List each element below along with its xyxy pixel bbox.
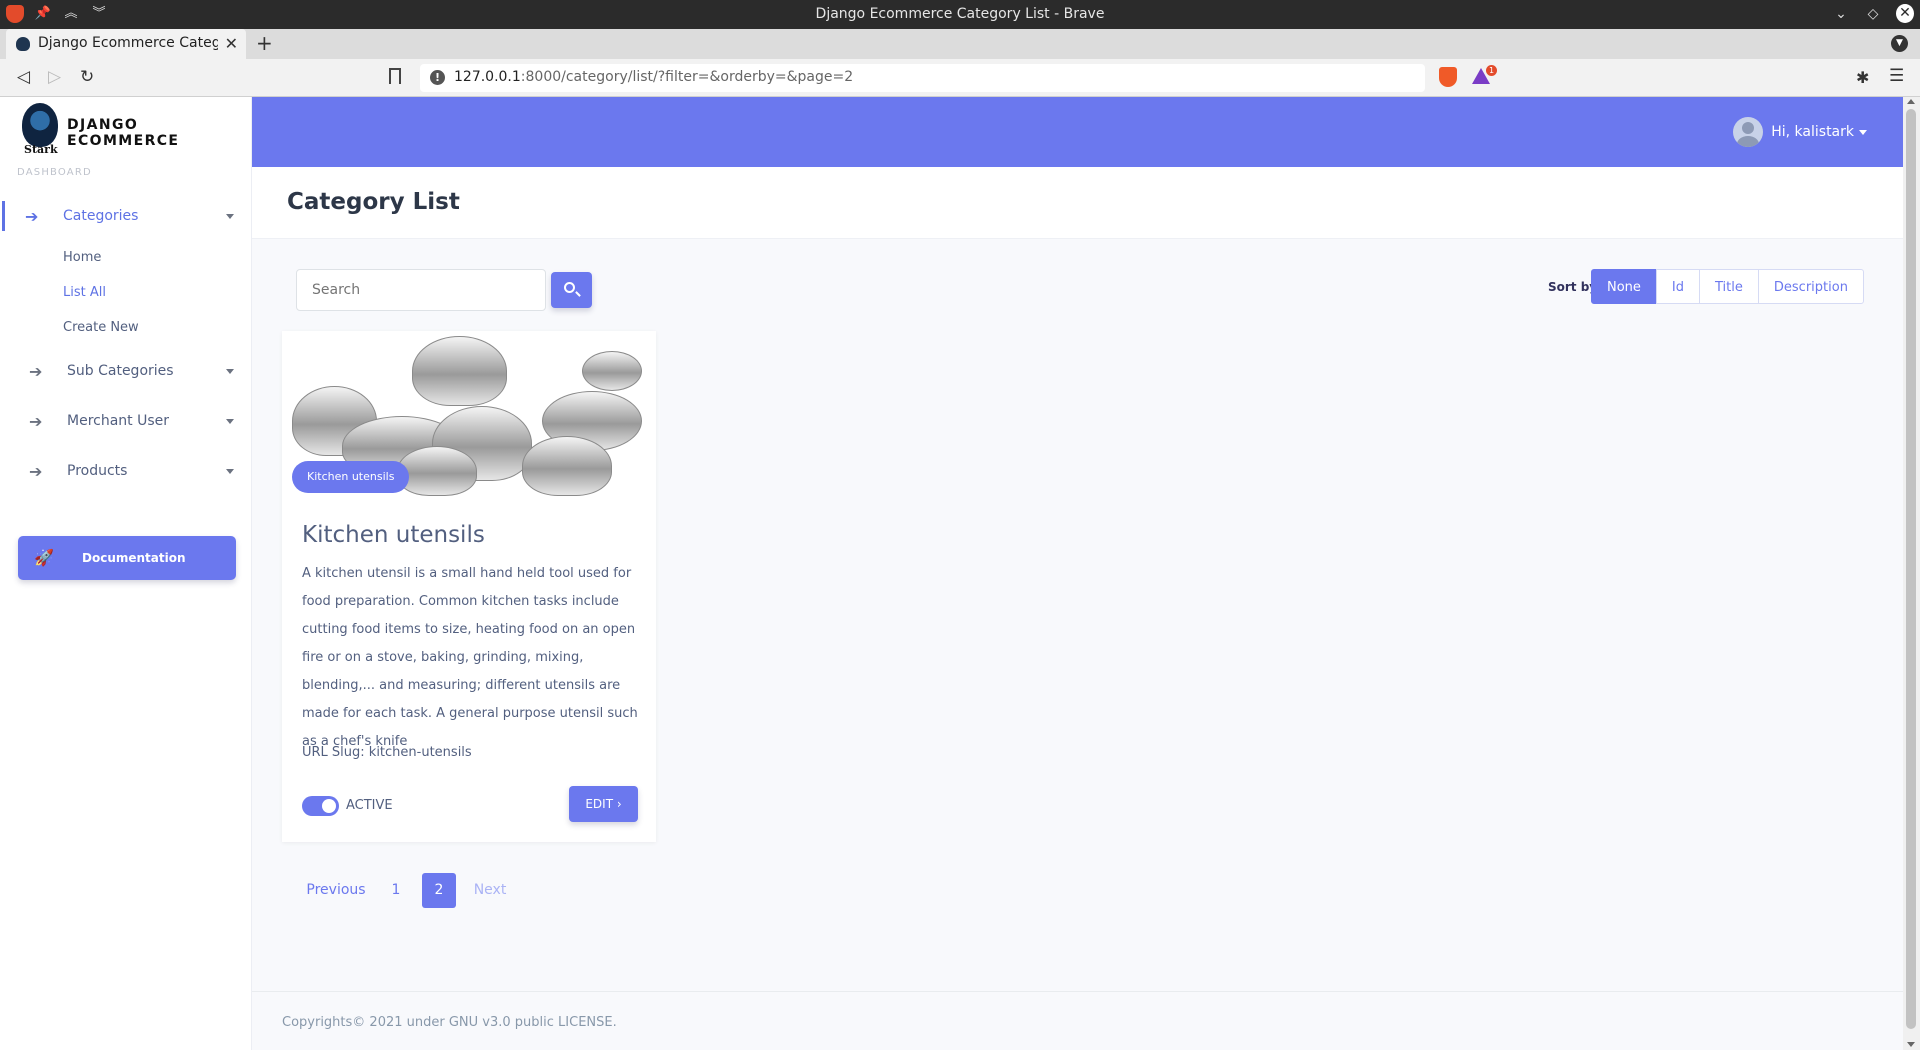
- sidebar-item-label: Sub Categories: [67, 363, 174, 379]
- category-description: A kitchen utensil is a small hand held t…: [302, 566, 638, 749]
- forward-icon[interactable]: ▷: [48, 67, 61, 87]
- sidebar-subitem-list-all[interactable]: List All: [63, 285, 106, 300]
- tab-favicon-icon: [16, 37, 30, 51]
- top-navbar: Hi, kalistark: [252, 97, 1903, 167]
- rewards-badge: 1: [1486, 65, 1497, 76]
- sort-button-group: None Id Title Description: [1591, 269, 1864, 304]
- url-host: 127.0.0.1: [454, 69, 521, 85]
- sidebar-item-label: Categories: [63, 208, 139, 224]
- category-title: Kitchen utensils: [302, 522, 485, 548]
- search-icon: [564, 282, 575, 293]
- pagination-page-1[interactable]: 1: [376, 873, 416, 908]
- close-window-icon[interactable]: ✕: [1896, 4, 1914, 23]
- tab-search-icon[interactable]: ▼: [1891, 35, 1908, 52]
- url-path: :8000/category/list/?filter=&orderby=&pa…: [520, 69, 854, 85]
- pagination-previous[interactable]: Previous: [296, 873, 376, 908]
- arrow-right-icon: ➔: [29, 362, 43, 381]
- scroll-up-icon[interactable]: [1907, 99, 1915, 104]
- stark-logo-icon: [22, 103, 58, 147]
- tab-close-icon[interactable]: ✕: [225, 34, 238, 53]
- chevron-down-icon: [1859, 129, 1867, 135]
- pagination: Previous 1 2 Next: [296, 873, 518, 908]
- reload-icon[interactable]: ↻: [80, 67, 94, 87]
- sort-by-label: Sort by: [1548, 280, 1598, 294]
- pot-image-part: [522, 436, 612, 496]
- pagination-next[interactable]: Next: [462, 873, 518, 908]
- scrollbar-thumb[interactable]: [1906, 109, 1916, 1029]
- url-field[interactable]: ! 127.0.0.1:8000/category/list/?filter=&…: [420, 64, 1425, 92]
- brand-name: DJANGO ECOMMERCE: [67, 117, 180, 149]
- sidebar-item-merchant-user[interactable]: ➔ Merchant User: [0, 402, 252, 442]
- arrow-right-icon: ➔: [29, 462, 43, 481]
- bookmark-icon[interactable]: [389, 68, 401, 84]
- browser-menu-icon[interactable]: ☰: [1889, 66, 1904, 86]
- tab-active[interactable]: Django Ecommerce Categor ✕: [6, 29, 246, 59]
- logo-text: Stark: [24, 143, 58, 156]
- back-icon[interactable]: ◁: [17, 67, 30, 87]
- url-text: 127.0.0.1:8000/category/list/?filter=&or…: [454, 69, 853, 85]
- brave-shields-icon[interactable]: [1439, 67, 1457, 87]
- new-tab-button[interactable]: +: [256, 31, 273, 55]
- window-controls: ⌄ ◇ ✕: [1832, 4, 1914, 23]
- category-card: Kitchen utensils Kitchen utensils A kitc…: [282, 331, 656, 842]
- window-titlebar: 📌 ︽ ︾ Django Ecommerce Category List - B…: [0, 0, 1920, 29]
- chevron-down-icon: [226, 214, 234, 219]
- active-toggle[interactable]: [302, 796, 339, 816]
- pot-image-part: [582, 351, 642, 391]
- footer-copyright: Copyrights© 2021 under GNU v3.0 public L…: [282, 1015, 617, 1030]
- documentation-button[interactable]: 🚀 Documentation: [18, 536, 236, 580]
- brand[interactable]: Stark DJANGO ECOMMERCE: [18, 103, 248, 156]
- address-toolbar: ◁ ▷ ↻ ! 127.0.0.1:8000/category/list/?fi…: [0, 59, 1920, 97]
- user-greeting: Hi, kalistark: [1771, 124, 1854, 140]
- arrow-right-icon: ➔: [25, 207, 39, 226]
- sidebar-item-products[interactable]: ➔ Products: [0, 452, 252, 492]
- sidebar-subitem-create-new[interactable]: Create New: [63, 320, 139, 335]
- rocket-icon: 🚀: [34, 548, 54, 567]
- sort-id-button[interactable]: Id: [1655, 269, 1701, 304]
- sidebar-section-label: DASHBOARD: [17, 167, 92, 178]
- site-info-icon[interactable]: !: [430, 70, 445, 85]
- category-badge: Kitchen utensils: [292, 461, 410, 493]
- sidebar-subitem-home[interactable]: Home: [63, 250, 101, 265]
- extensions-icon[interactable]: ✱: [1856, 68, 1869, 87]
- sort-none-button[interactable]: None: [1591, 269, 1657, 304]
- active-status-label: ACTIVE: [346, 798, 393, 813]
- user-menu[interactable]: Hi, kalistark: [1733, 117, 1867, 147]
- edit-button[interactable]: EDIT ›: [569, 786, 638, 822]
- maximize-icon[interactable]: ◇: [1864, 6, 1882, 22]
- documentation-label: Documentation: [82, 551, 186, 565]
- category-slug: URL Slug: kitchen-utensils: [302, 745, 472, 760]
- pagination-page-2[interactable]: 2: [422, 873, 456, 908]
- footer: Copyrights© 2021 under GNU v3.0 public L…: [252, 991, 1903, 1050]
- tab-label: Django Ecommerce Categor: [38, 35, 218, 51]
- avatar: [1733, 117, 1764, 147]
- search-button[interactable]: [551, 272, 592, 308]
- scroll-down-icon[interactable]: [1907, 1042, 1915, 1047]
- tab-bar: Django Ecommerce Categor ✕ + ▼: [0, 29, 1920, 59]
- page-scrollbar[interactable]: [1903, 97, 1920, 1050]
- sort-title-button[interactable]: Title: [1699, 269, 1759, 304]
- page-title: Category List: [287, 189, 460, 215]
- search-input[interactable]: [296, 269, 546, 311]
- chevron-down-icon: [226, 469, 234, 474]
- sidebar-item-sub-categories[interactable]: ➔ Sub Categories: [0, 352, 252, 392]
- sidebar-item-label: Merchant User: [67, 413, 170, 429]
- sidebar: Stark DJANGO ECOMMERCE DASHBOARD ➔ Categ…: [0, 97, 252, 1050]
- sidebar-item-categories[interactable]: ➔ Categories: [0, 197, 252, 237]
- chevron-down-icon: [226, 419, 234, 424]
- chevron-down-icon: [226, 369, 234, 374]
- sort-description-button[interactable]: Description: [1757, 269, 1864, 304]
- arrow-right-icon: ➔: [29, 412, 43, 431]
- window-title: Django Ecommerce Category List - Brave: [815, 6, 1105, 22]
- pot-image-part: [412, 336, 507, 406]
- sidebar-item-label: Products: [67, 463, 128, 479]
- pot-image-part: [397, 446, 477, 496]
- page-header: Category List: [252, 167, 1903, 239]
- minimize-icon[interactable]: ⌄: [1832, 6, 1850, 22]
